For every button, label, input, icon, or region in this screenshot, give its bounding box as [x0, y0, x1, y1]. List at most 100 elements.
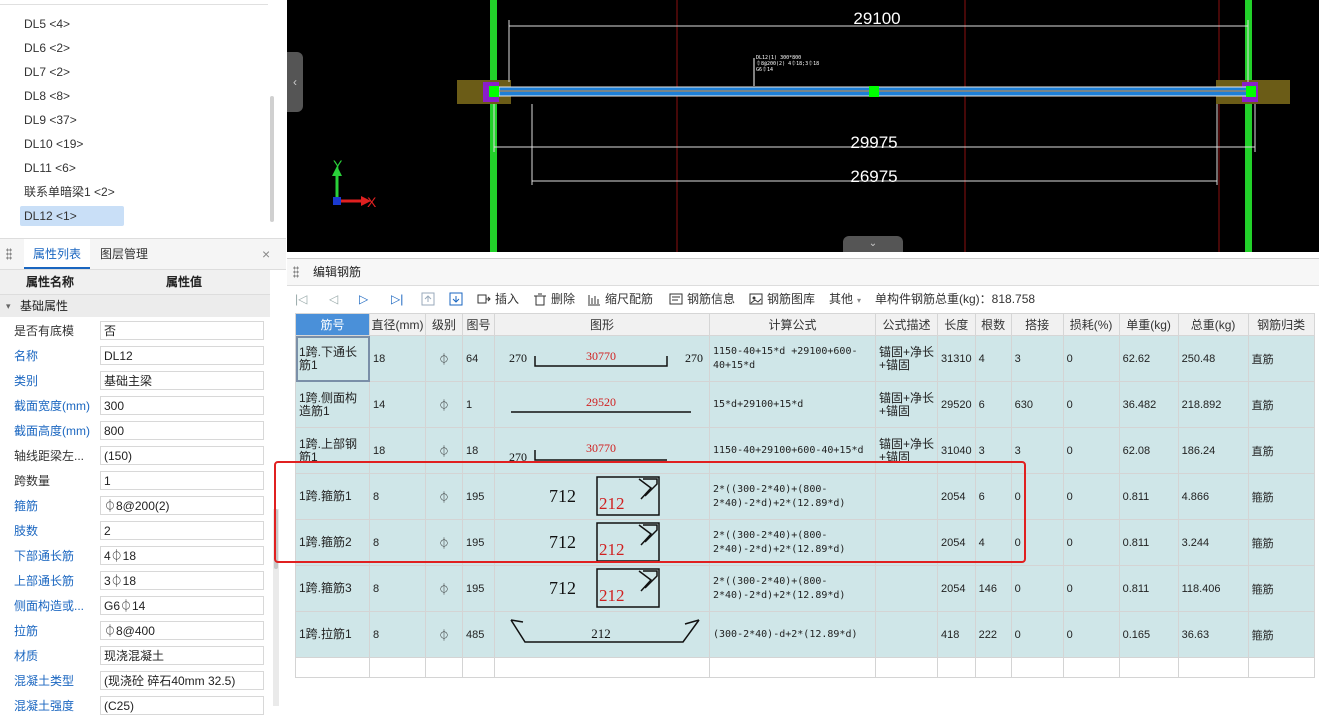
- rebar-shape-cell[interactable]: 212: [494, 611, 710, 658]
- fig-cell[interactable]: 64: [462, 335, 495, 382]
- property-value-field[interactable]: DL12: [100, 346, 264, 365]
- count-cell[interactable]: 3: [974, 427, 1012, 474]
- column-header[interactable]: 筋号: [295, 313, 370, 336]
- rebar-shape-cell[interactable]: 712 212: [494, 519, 710, 566]
- next-icon[interactable]: ▷: [359, 286, 368, 312]
- column-header[interactable]: 直径(mm): [369, 313, 426, 336]
- grade-cell[interactable]: ⏀: [425, 381, 463, 428]
- first-icon[interactable]: |◁: [295, 286, 307, 312]
- empty-cell[interactable]: [1062, 657, 1120, 678]
- len-cell[interactable]: 31310: [937, 335, 976, 382]
- drag-grip-icon[interactable]: [293, 266, 299, 278]
- table-row-empty[interactable]: 8: [295, 657, 1315, 678]
- property-value-field[interactable]: 4⏀18: [100, 546, 264, 565]
- type-cell[interactable]: 直筋: [1247, 381, 1315, 428]
- collapse-triangle-icon[interactable]: ▾: [6, 295, 11, 317]
- beam-node[interactable]: [1246, 86, 1256, 97]
- formula-description-cell[interactable]: 锚固+净长+锚固: [875, 335, 938, 382]
- column-header[interactable]: 搭接: [1010, 313, 1064, 336]
- loss-cell[interactable]: 0: [1062, 519, 1120, 566]
- loss-cell[interactable]: 0: [1062, 611, 1120, 658]
- dia-cell[interactable]: 18: [369, 335, 426, 382]
- other-menu[interactable]: 其他 ▾: [829, 286, 861, 312]
- empty-cell[interactable]: [709, 657, 876, 678]
- grade-cell[interactable]: ⏀: [425, 565, 463, 612]
- delete-button[interactable]: 删除: [533, 286, 575, 312]
- scale-rebar-button[interactable]: 缩尺配筋: [587, 286, 653, 312]
- len-cell[interactable]: 31040: [937, 427, 976, 474]
- property-value-field[interactable]: ⏀8@200(2): [100, 496, 264, 515]
- lap-cell[interactable]: 3: [1010, 335, 1064, 382]
- property-value-field[interactable]: 3⏀18: [100, 571, 264, 590]
- property-row[interactable]: 类别 基础主梁: [0, 369, 270, 394]
- tree-item[interactable]: DL7 <2>: [20, 62, 74, 82]
- formula-description-cell[interactable]: [875, 519, 938, 566]
- count-cell[interactable]: 6: [974, 381, 1012, 428]
- unit-w-cell[interactable]: 0.811: [1118, 565, 1179, 612]
- fig-cell[interactable]: 195: [462, 565, 495, 612]
- dia-cell[interactable]: 8: [369, 565, 426, 612]
- insert-below-icon[interactable]: [449, 286, 467, 312]
- empty-cell[interactable]: 8: [295, 657, 370, 678]
- empty-cell[interactable]: [974, 657, 1012, 678]
- property-value-field[interactable]: (C25): [100, 696, 264, 715]
- tree-item[interactable]: DL8 <8>: [20, 86, 74, 106]
- rebar-library-button[interactable]: 钢筋图库: [749, 286, 815, 312]
- property-scrollbar[interactable]: [273, 509, 279, 706]
- property-value-field[interactable]: G6⏀14: [100, 596, 264, 615]
- len-cell[interactable]: 2054: [937, 473, 976, 520]
- table-row[interactable]: 21跨.侧面构造筋114⏀12952015*d+29100+15*d锚固+净长+…: [295, 381, 1315, 428]
- property-row[interactable]: 轴线距梁左... (150): [0, 444, 270, 469]
- total-w-cell[interactable]: 186.24: [1177, 427, 1249, 474]
- beam-node[interactable]: [869, 86, 879, 97]
- empty-cell[interactable]: [369, 657, 426, 678]
- property-value-field[interactable]: 1: [100, 471, 264, 490]
- unit-w-cell[interactable]: 0.811: [1118, 473, 1179, 520]
- collapse-bottom-panel-icon[interactable]: ⌄: [843, 236, 903, 252]
- empty-cell[interactable]: [1247, 657, 1315, 678]
- lap-cell[interactable]: 630: [1010, 381, 1064, 428]
- grade-cell[interactable]: ⏀: [425, 427, 463, 474]
- total-w-cell[interactable]: 3.244: [1177, 519, 1249, 566]
- loss-cell[interactable]: 0: [1062, 381, 1120, 428]
- type-cell[interactable]: 箍筋: [1247, 473, 1315, 520]
- type-cell[interactable]: 箍筋: [1247, 611, 1315, 658]
- formula-cell[interactable]: 15*d+29100+15*d: [709, 381, 876, 428]
- lap-cell[interactable]: 0: [1010, 473, 1064, 520]
- column-header[interactable]: 根数: [974, 313, 1012, 336]
- property-value-field[interactable]: (现浇砼 碎石40mm 32.5): [100, 671, 264, 690]
- formula-cell[interactable]: 2*((300-2*40)+(800-2*40)-2*d)+2*(12.89*d…: [709, 473, 876, 520]
- type-cell[interactable]: 直筋: [1247, 427, 1315, 474]
- table-row[interactable]: 51跨.箍筋28⏀1957122122*((300-2*40)+(800-2*4…: [295, 519, 1315, 566]
- len-cell[interactable]: 2054: [937, 519, 976, 566]
- tree-item[interactable]: DL9 <37>: [20, 110, 81, 130]
- property-row[interactable]: 侧面构造或... G6⏀14: [0, 594, 270, 619]
- tree-item[interactable]: DL5 <4>: [20, 14, 74, 34]
- empty-cell[interactable]: [1010, 657, 1064, 678]
- rebar-name-cell[interactable]: 21跨.侧面构造筋1: [295, 381, 370, 428]
- property-value-field[interactable]: ⏀8@400: [100, 621, 264, 640]
- fig-cell[interactable]: 18: [462, 427, 495, 474]
- formula-description-cell[interactable]: 锚固+净长+锚固: [875, 427, 938, 474]
- lap-cell[interactable]: 0: [1010, 519, 1064, 566]
- property-row[interactable]: 是否有底模 否: [0, 319, 270, 344]
- lap-cell[interactable]: 0: [1010, 611, 1064, 658]
- formula-cell[interactable]: 1150-40+29100+600-40+15*d: [709, 427, 876, 474]
- dia-cell[interactable]: 8: [369, 473, 426, 520]
- type-cell[interactable]: 直筋: [1247, 335, 1315, 382]
- column-header[interactable]: 损耗(%): [1062, 313, 1120, 336]
- rebar-name-cell[interactable]: 11跨.下通长筋1: [295, 335, 370, 382]
- property-row[interactable]: 材质 现浇混凝土: [0, 644, 270, 669]
- table-row[interactable]: 11跨.下通长筋118⏀64270307702701150-40+15*d +2…: [295, 335, 1315, 382]
- type-cell[interactable]: 箍筋: [1247, 519, 1315, 566]
- column-header[interactable]: 级别: [425, 313, 463, 336]
- empty-cell[interactable]: [425, 657, 463, 678]
- property-row[interactable]: 拉筋 ⏀8@400: [0, 619, 270, 644]
- rebar-shape-cell[interactable]: 712 212: [494, 473, 710, 520]
- total-w-cell[interactable]: 218.892: [1177, 381, 1249, 428]
- dia-cell[interactable]: 14: [369, 381, 426, 428]
- previous-icon[interactable]: ◁: [329, 286, 338, 312]
- cad-viewport[interactable]: 29100 29975 26975 DL12(1) 300*800 ⏀8@200…: [287, 0, 1319, 252]
- rebar-name-cell[interactable]: 51跨.箍筋2: [295, 519, 370, 566]
- rebar-shape-cell[interactable]: 29520: [494, 381, 710, 428]
